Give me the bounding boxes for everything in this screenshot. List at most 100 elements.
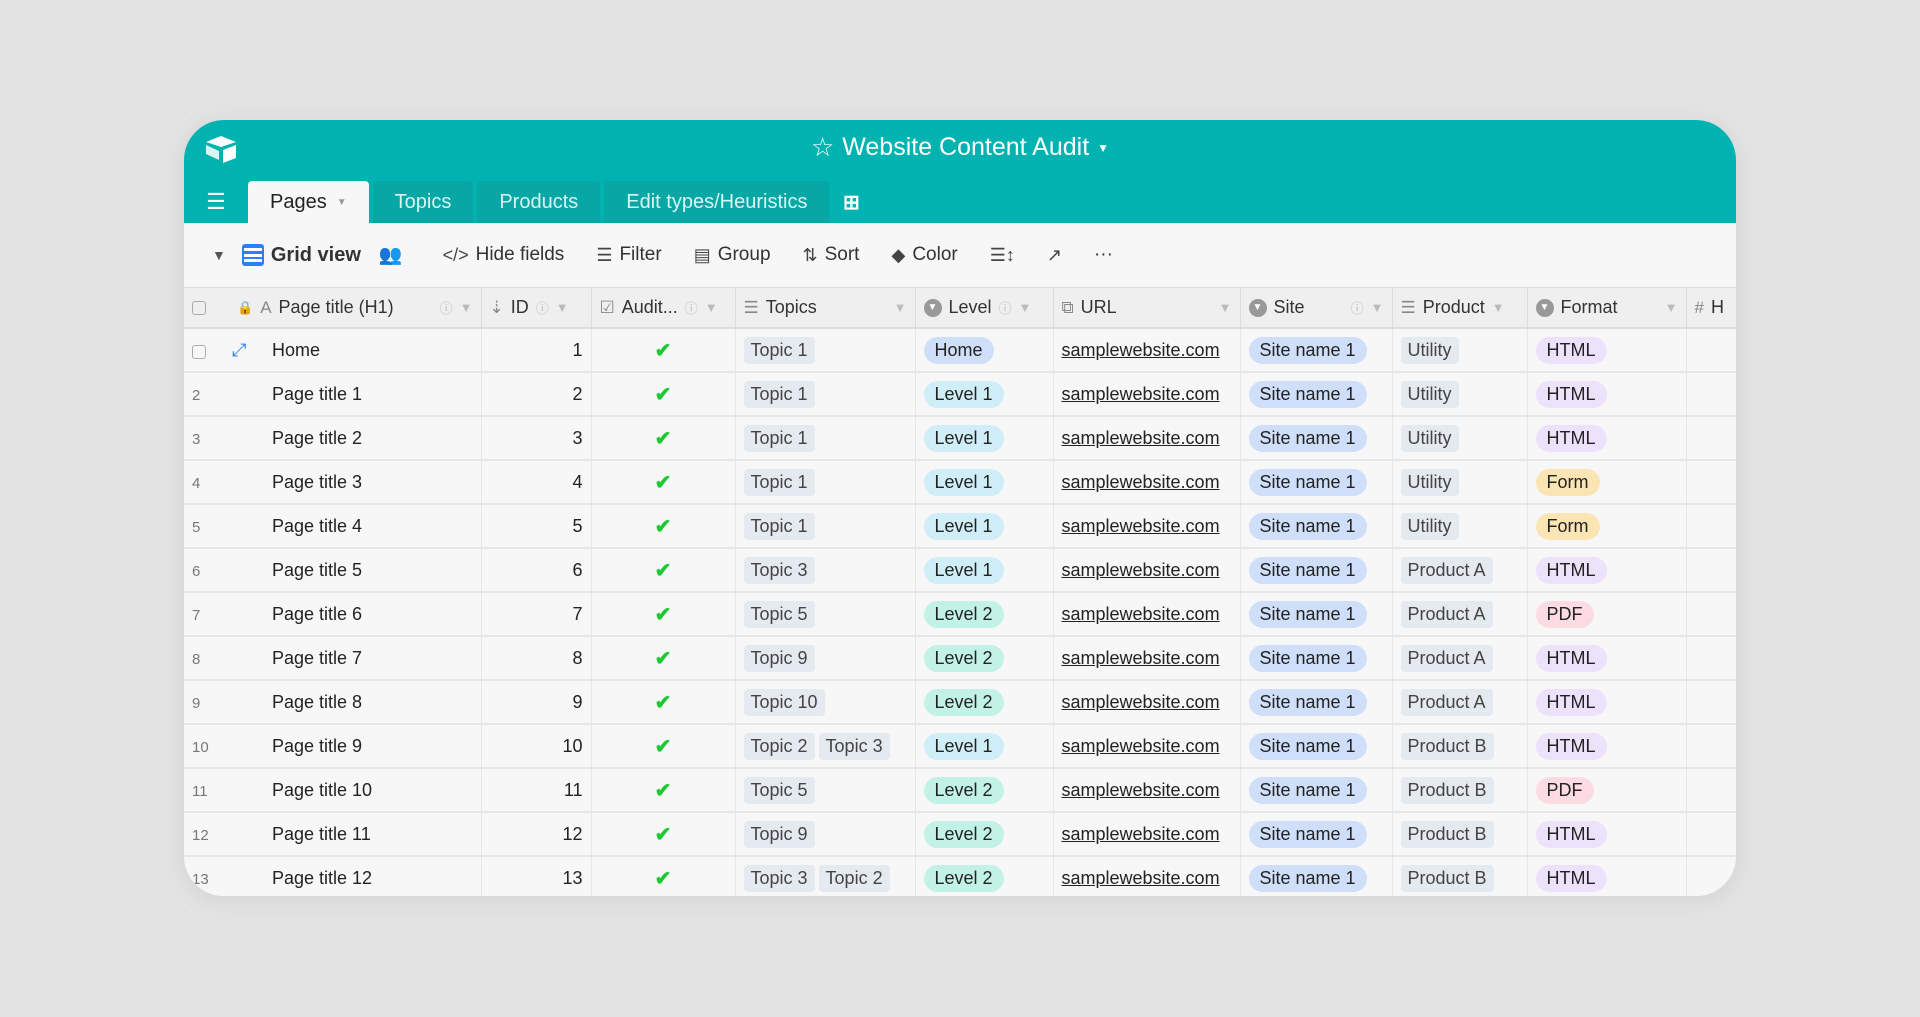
cell-title[interactable]: 6 Page title 5 — [184, 548, 482, 593]
cell-url[interactable]: samplewebsite.com — [1053, 504, 1241, 549]
cell-h[interactable] — [1686, 460, 1736, 505]
cell-level[interactable]: Level 1 — [915, 548, 1054, 593]
cell-id[interactable]: 4 — [481, 460, 592, 505]
sort-button[interactable]: ⇅ Sort — [803, 244, 860, 266]
cell-audit[interactable]: ✔ — [591, 504, 736, 549]
topic-tag[interactable]: Topic 5 — [743, 600, 815, 628]
product-tag[interactable]: Product A — [1400, 600, 1493, 628]
checkmark-icon[interactable]: ✔ — [655, 604, 672, 626]
cell-site[interactable]: Site name 1 — [1240, 372, 1393, 417]
hamburger-menu-icon[interactable]: ☰ — [184, 181, 248, 223]
cell-site[interactable]: Site name 1 — [1240, 592, 1393, 637]
table-row[interactable]: ⤢ Home 1 ✔ Topic 1 Home samplewebsite.com Site … — [184, 328, 1736, 373]
cell-format[interactable]: HTML — [1527, 812, 1687, 857]
cell-url[interactable]: samplewebsite.com — [1053, 548, 1241, 593]
cell-id[interactable]: 1 — [481, 328, 592, 373]
product-tag[interactable]: Product B — [1400, 820, 1494, 848]
cell-id[interactable]: 5 — [481, 504, 592, 549]
cell-h[interactable] — [1686, 636, 1736, 681]
url-link[interactable]: samplewebsite.com — [1062, 692, 1220, 712]
cell-title[interactable]: 5 Page title 4 — [184, 504, 482, 549]
url-link[interactable]: samplewebsite.com — [1062, 780, 1220, 800]
cell-format[interactable]: HTML — [1527, 372, 1687, 417]
url-link[interactable]: samplewebsite.com — [1062, 560, 1220, 580]
column-menu-icon[interactable]: ▼ — [894, 300, 907, 315]
product-tag[interactable]: Utility — [1400, 512, 1459, 540]
cell-url[interactable]: samplewebsite.com — [1053, 460, 1241, 505]
cell-format[interactable]: Form — [1527, 504, 1687, 549]
cell-title[interactable]: 13 Page title 12 — [184, 856, 482, 896]
cell-url[interactable]: samplewebsite.com — [1053, 768, 1241, 813]
cell-level[interactable]: Level 2 — [915, 768, 1054, 813]
cell-format[interactable]: Form — [1527, 460, 1687, 505]
cell-h[interactable] — [1686, 328, 1736, 373]
cell-id[interactable]: 11 — [481, 768, 592, 813]
table-row[interactable]: 5 Page title 4 5 ✔ Topic 1 Level 1 samplewebsi… — [184, 504, 1736, 549]
table-row[interactable]: 10 Page title 9 10 ✔ Topic 2 Topic 3 Level 1 sa… — [184, 724, 1736, 769]
cell-audit[interactable]: ✔ — [591, 460, 736, 505]
cell-url[interactable]: samplewebsite.com — [1053, 416, 1241, 461]
url-link[interactable]: samplewebsite.com — [1062, 868, 1220, 888]
product-tag[interactable]: Product A — [1400, 644, 1493, 672]
cell-url[interactable]: samplewebsite.com — [1053, 724, 1241, 769]
cell-product[interactable]: Utility — [1392, 328, 1528, 373]
cell-format[interactable]: HTML — [1527, 724, 1687, 769]
cell-id[interactable]: 3 — [481, 416, 592, 461]
cell-site[interactable]: Site name 1 — [1240, 768, 1393, 813]
topic-tag[interactable]: Topic 3 — [743, 556, 815, 584]
topic-tag[interactable]: Topic 2 — [743, 732, 815, 760]
topic-tag[interactable]: Topic 10 — [743, 688, 825, 716]
column-header-url[interactable]: ⧉ URL ▼ — [1053, 288, 1241, 329]
product-tag[interactable]: Utility — [1400, 468, 1459, 496]
topic-tag[interactable]: Topic 1 — [743, 336, 815, 364]
collaborators-icon[interactable]: 👥 — [379, 243, 403, 267]
topic-tag[interactable]: Topic 2 — [818, 864, 890, 892]
expand-record-icon[interactable]: ⤢ — [232, 340, 272, 361]
column-menu-icon[interactable]: ▼ — [1219, 300, 1232, 315]
url-link[interactable]: samplewebsite.com — [1062, 340, 1220, 360]
cell-audit[interactable]: ✔ — [591, 768, 736, 813]
color-button[interactable]: ◆ Color — [891, 244, 957, 266]
column-menu-icon[interactable]: ▼ — [705, 300, 718, 315]
cell-product[interactable]: Product B — [1392, 812, 1528, 857]
cell-audit[interactable]: ✔ — [591, 724, 736, 769]
cell-site[interactable]: Site name 1 — [1240, 460, 1393, 505]
hide-fields-button[interactable]: </> Hide fields — [443, 244, 565, 266]
cell-format[interactable]: HTML — [1527, 416, 1687, 461]
url-link[interactable]: samplewebsite.com — [1062, 516, 1220, 536]
cell-h[interactable] — [1686, 856, 1736, 896]
cell-product[interactable]: Product A — [1392, 592, 1528, 637]
column-menu-icon[interactable]: ▼ — [556, 300, 569, 315]
topic-tag[interactable]: Topic 3 — [818, 732, 890, 760]
column-menu-icon[interactable]: ▼ — [1492, 300, 1505, 315]
cell-site[interactable]: Site name 1 — [1240, 680, 1393, 725]
cell-topics[interactable]: Topic 5 — [735, 768, 916, 813]
cell-format[interactable]: PDF — [1527, 592, 1687, 637]
cell-level[interactable]: Home — [915, 328, 1054, 373]
cell-format[interactable]: HTML — [1527, 680, 1687, 725]
topic-tag[interactable]: Topic 9 — [743, 644, 815, 672]
cell-topics[interactable]: Topic 1 — [735, 416, 916, 461]
select-all-checkbox[interactable] — [192, 300, 206, 315]
checkmark-icon[interactable]: ✔ — [655, 648, 672, 670]
product-tag[interactable]: Product A — [1400, 556, 1493, 584]
cell-topics[interactable]: Topic 1 — [735, 372, 916, 417]
cell-title[interactable]: 10 Page title 9 — [184, 724, 482, 769]
cell-level[interactable]: Level 1 — [915, 504, 1054, 549]
cell-title[interactable]: 3 Page title 2 — [184, 416, 482, 461]
column-header-product[interactable]: ☰ Product ▼ — [1392, 288, 1528, 329]
cell-audit[interactable]: ✔ — [591, 372, 736, 417]
cell-site[interactable]: Site name 1 — [1240, 856, 1393, 896]
cell-product[interactable]: Product A — [1392, 636, 1528, 681]
tab-topics[interactable]: Topics — [372, 181, 474, 223]
cell-audit[interactable]: ✔ — [591, 328, 736, 373]
cell-title[interactable]: 7 Page title 6 — [184, 592, 482, 637]
topic-tag[interactable]: Topic 1 — [743, 512, 815, 540]
cell-title[interactable]: 11 Page title 10 — [184, 768, 482, 813]
cell-url[interactable]: samplewebsite.com — [1053, 328, 1241, 373]
table-row[interactable]: 9 Page title 8 9 ✔ Topic 10 Level 2 samplewebs… — [184, 680, 1736, 725]
cell-format[interactable]: HTML — [1527, 548, 1687, 593]
topic-tag[interactable]: Topic 1 — [743, 424, 815, 452]
column-header-h[interactable]: # H — [1686, 288, 1736, 329]
view-switcher[interactable]: Grid view — [241, 244, 361, 267]
